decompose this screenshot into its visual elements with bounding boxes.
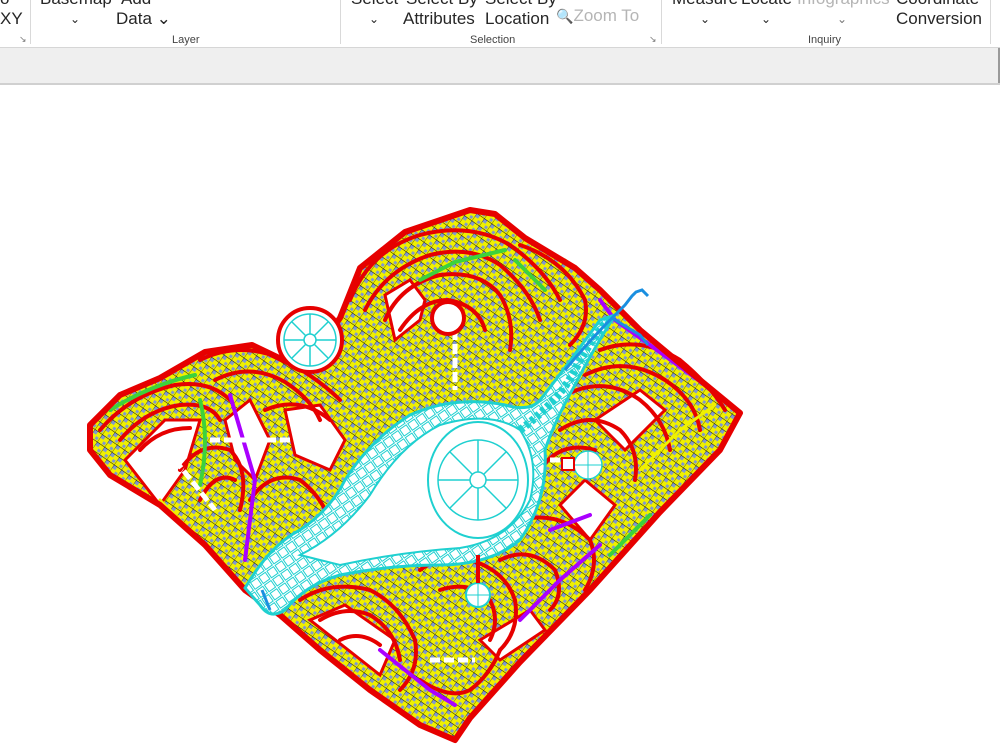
select-by-location-button[interactable]: Select By Location	[485, 0, 557, 29]
measure-dropdown: ⌄	[700, 12, 711, 26]
group-separator	[30, 0, 31, 44]
roundabout-center-north	[430, 300, 466, 336]
go-to-xy-line1: o	[0, 0, 23, 9]
locate-dropdown: ⌄	[761, 12, 772, 26]
infographics-button[interactable]: Infographics ⌄	[797, 0, 890, 29]
basemap-dropdown: ⌄	[70, 12, 81, 26]
select-button[interactable]: Select ⌄	[351, 0, 398, 29]
select-by-location-line1: Select By	[485, 0, 557, 9]
zoom-to-button[interactable]: 🔍Zoom To	[556, 6, 639, 26]
add-data-label1: Add	[116, 0, 171, 9]
select-by-location-line2: Location	[485, 9, 550, 28]
basemap-label: Basemap	[40, 0, 112, 9]
ribbon: o XY ↘ Basemap ⌄ Add Data ⌄ Layer Select…	[0, 0, 1000, 48]
select-label: Select	[351, 0, 398, 9]
measure-button[interactable]: Measure ⌄	[672, 0, 738, 29]
select-by-attributes-line2: Attributes	[403, 9, 475, 28]
coordinate-conversion-button[interactable]: Coordinate Conversion	[896, 0, 982, 29]
group-separator	[340, 0, 341, 44]
select-dropdown: ⌄	[369, 12, 380, 26]
dialog-launcher-icon[interactable]: ↘	[19, 34, 27, 45]
dialog-launcher-icon[interactable]: ↘	[649, 34, 657, 45]
locate-label: Locate	[741, 0, 792, 9]
select-by-attributes-line1: Select By	[403, 0, 478, 9]
basemap-button[interactable]: Basemap ⌄	[40, 0, 112, 29]
zoom-to-icon: 🔍	[556, 8, 574, 24]
zoom-to-label: Zoom To	[573, 6, 640, 25]
coordinate-conversion-line2: Conversion	[896, 9, 982, 28]
group-label-layer: Layer	[172, 34, 200, 46]
add-data-label2: Data ⌄	[116, 9, 171, 28]
map-canvas[interactable]	[0, 85, 1000, 750]
group-separator	[990, 0, 991, 44]
go-to-xy-button[interactable]: o XY	[0, 0, 23, 29]
group-separator	[661, 0, 662, 44]
locate-button[interactable]: Locate ⌄	[741, 0, 792, 29]
map-view[interactable]	[0, 85, 1000, 750]
infographics-dropdown: ⌄	[837, 12, 848, 26]
add-data-button[interactable]: Add Data ⌄	[116, 0, 171, 29]
infographics-label: Infographics	[797, 0, 890, 9]
measure-label: Measure	[672, 0, 738, 9]
view-tab-bar	[0, 48, 1000, 85]
roundabout-north	[276, 306, 344, 374]
group-label-selection: Selection	[470, 34, 516, 46]
go-to-xy-line2: XY	[0, 9, 23, 28]
group-label-inquiry: Inquiry	[808, 34, 842, 46]
select-by-attributes-button[interactable]: Select By Attributes	[403, 0, 478, 29]
coordinate-conversion-line1: Coordinate	[896, 0, 982, 9]
